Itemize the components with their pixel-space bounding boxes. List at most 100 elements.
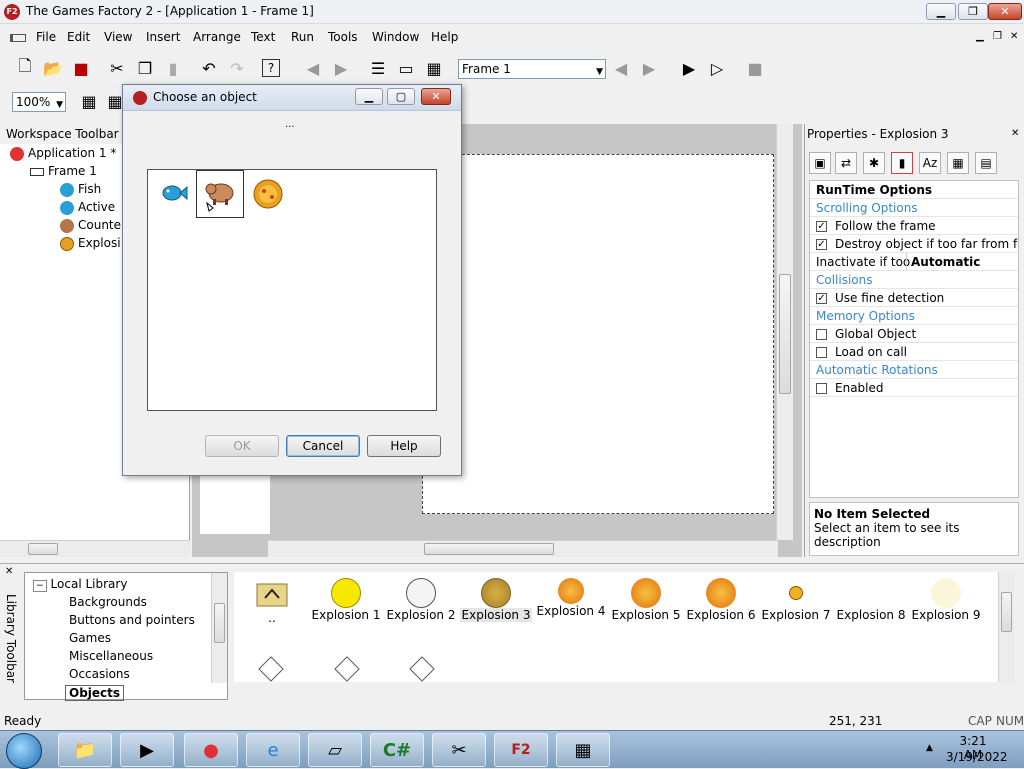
- editor-horizontal-scrollbar[interactable]: [268, 540, 778, 557]
- dialog-restore-button[interactable]: ▢: [387, 88, 415, 105]
- checkbox-checked-icon[interactable]: ✓: [816, 221, 827, 232]
- about-tab-icon[interactable]: Az: [919, 152, 941, 174]
- copy-icon[interactable]: ❐: [134, 57, 156, 79]
- library-tree-misc[interactable]: Miscellaneous: [69, 649, 153, 663]
- ok-button[interactable]: OK: [205, 435, 279, 457]
- comment-tab-icon[interactable]: ▤: [975, 152, 997, 174]
- mdi-minimize-button[interactable]: ▁: [976, 31, 984, 42]
- prop-inactivate[interactable]: Inactivate if too Automatic: [810, 253, 1018, 271]
- storyboard-editor-icon[interactable]: ☰: [367, 57, 389, 79]
- close-button[interactable]: ✕: [988, 3, 1022, 20]
- chrome-task-icon[interactable]: ●: [184, 733, 238, 767]
- forward-circle-icon[interactable]: ▶: [330, 57, 352, 79]
- section-collisions[interactable]: Collisions: [810, 271, 1018, 289]
- menu-window[interactable]: Window: [372, 30, 419, 44]
- scrollbar-thumb[interactable]: [779, 274, 791, 394]
- menu-run[interactable]: Run: [291, 30, 314, 44]
- event-editor-icon[interactable]: ▦: [423, 57, 445, 79]
- scrollbar-thumb[interactable]: [424, 543, 554, 555]
- library-tree-objects[interactable]: Objects: [65, 685, 125, 701]
- fish-object[interactable]: [158, 178, 188, 208]
- tree-item-explosion[interactable]: Explosi: [60, 236, 121, 251]
- prop-global-object[interactable]: Global Object: [810, 325, 1018, 343]
- media-player-task-icon[interactable]: ▶: [120, 733, 174, 767]
- diamond-object-icon[interactable]: [409, 656, 435, 682]
- settings-tab-icon[interactable]: ▣: [809, 152, 831, 174]
- frame-editor-icon[interactable]: ▭: [395, 57, 417, 79]
- games-factory-task-icon[interactable]: F2: [494, 733, 548, 767]
- checkbox-unchecked-icon[interactable]: [816, 347, 827, 358]
- dialog-close-button[interactable]: ✕: [421, 88, 451, 105]
- cancel-button[interactable]: Cancel: [286, 435, 360, 457]
- help-button[interactable]: Help: [367, 435, 441, 457]
- run-application-icon[interactable]: ▶: [678, 57, 700, 79]
- scrollbar-thumb[interactable]: [28, 543, 58, 555]
- zoom-select[interactable]: 100% ▼: [12, 92, 66, 112]
- close-icon[interactable]: ✕: [5, 566, 13, 577]
- menu-file[interactable]: File: [36, 30, 56, 44]
- library-tree-buttons[interactable]: Buttons and pointers: [69, 613, 195, 627]
- cut-icon[interactable]: ✂: [106, 57, 128, 79]
- library-tree-games[interactable]: Games: [69, 631, 111, 645]
- menu-insert[interactable]: Insert: [146, 30, 180, 44]
- previous-frame-icon[interactable]: ◀: [610, 57, 632, 79]
- library-item-explosion-2[interactable]: Explosion 2: [385, 578, 457, 622]
- mdi-close-button[interactable]: ✕: [1010, 31, 1018, 42]
- tree-item-active[interactable]: Active: [60, 200, 115, 215]
- menu-text[interactable]: Text: [251, 30, 275, 44]
- csharp-task-icon[interactable]: C#: [370, 733, 424, 767]
- library-item-explosion-8[interactable]: Explosion 8: [835, 578, 907, 622]
- library-item-explosion-7[interactable]: Explosion 7: [760, 578, 832, 622]
- back-circle-icon[interactable]: ◀: [302, 57, 324, 79]
- explorer-task-icon[interactable]: 📁: [58, 733, 112, 767]
- checkbox-unchecked-icon[interactable]: [816, 329, 827, 340]
- library-item-explosion-4[interactable]: Explosion 4: [535, 578, 607, 618]
- section-rotations[interactable]: Automatic Rotations: [810, 361, 1018, 379]
- library-tree-root[interactable]: − Local Library: [33, 577, 127, 592]
- menu-view[interactable]: View: [104, 30, 132, 44]
- start-button[interactable]: [6, 733, 42, 769]
- explosion-object[interactable]: [252, 178, 284, 210]
- library-item-up[interactable]: ..: [236, 580, 308, 625]
- library-item-explosion-1[interactable]: Explosion 1: [310, 578, 382, 622]
- notepad-task-icon[interactable]: ▱: [308, 733, 362, 767]
- dialog-minimize-button[interactable]: ▁: [355, 88, 383, 105]
- office-task-icon[interactable]: ▦: [556, 733, 610, 767]
- redo-icon[interactable]: ↷: [226, 57, 248, 79]
- library-tree-occasions[interactable]: Occasions: [69, 667, 130, 681]
- tray-expand-icon[interactable]: ▲: [926, 743, 933, 753]
- prop-rotations-enabled[interactable]: Enabled: [810, 379, 1018, 397]
- prop-load-on-call[interactable]: Load on call: [810, 343, 1018, 361]
- menu-help[interactable]: Help: [431, 30, 458, 44]
- events-tab-icon[interactable]: ▮: [891, 152, 913, 174]
- frame-canvas[interactable]: [422, 154, 774, 514]
- library-item-explosion-6[interactable]: Explosion 6: [685, 578, 757, 622]
- tree-item-frame[interactable]: Frame 1: [30, 164, 97, 178]
- stop-icon[interactable]: ■: [744, 57, 766, 79]
- checkbox-checked-icon[interactable]: ✓: [816, 239, 827, 250]
- close-icon[interactable]: ✕: [1011, 128, 1019, 139]
- minimize-button[interactable]: ▁: [926, 3, 956, 20]
- restore-button[interactable]: ❐: [958, 3, 988, 20]
- prop-follow-frame[interactable]: ✓ Follow the frame: [810, 217, 1018, 235]
- collapse-icon[interactable]: −: [33, 580, 47, 592]
- run-frame-icon[interactable]: ▷: [706, 57, 728, 79]
- library-item-explosion-3[interactable]: Explosion 3: [460, 578, 532, 622]
- diamond-object-icon[interactable]: [258, 656, 284, 682]
- diamond-object-icon[interactable]: [334, 656, 360, 682]
- document-menu-icon[interactable]: [10, 34, 26, 42]
- tree-item-fish[interactable]: Fish: [60, 182, 101, 197]
- mdi-restore-button[interactable]: ❐: [993, 31, 1002, 42]
- checkbox-unchecked-icon[interactable]: [816, 383, 827, 394]
- prop-destroy-far[interactable]: ✓ Destroy object if too far from fra: [810, 235, 1018, 253]
- library-items-scrollbar[interactable]: [998, 572, 1014, 682]
- app-icon[interactable]: F2: [4, 4, 20, 20]
- inactivate-value[interactable]: Automatic: [906, 253, 980, 270]
- menu-tools[interactable]: Tools: [328, 30, 358, 44]
- internet-explorer-task-icon[interactable]: e: [246, 733, 300, 767]
- library-item-explosion-9[interactable]: Explosion 9: [910, 578, 982, 622]
- next-frame-icon[interactable]: ▶: [638, 57, 660, 79]
- save-icon[interactable]: ■: [70, 57, 92, 79]
- runtime-tab-icon[interactable]: ✱: [863, 152, 885, 174]
- checkbox-checked-icon[interactable]: ✓: [816, 293, 827, 304]
